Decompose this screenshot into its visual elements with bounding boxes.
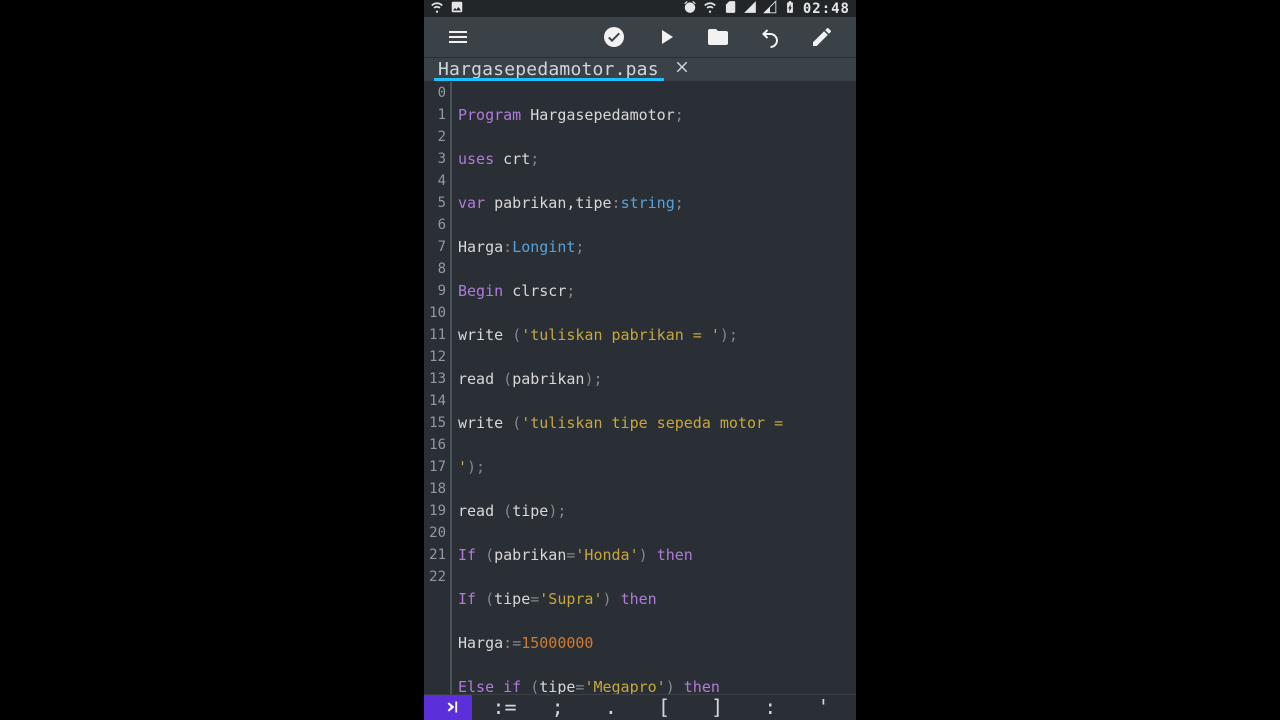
line-number: 22	[424, 566, 446, 588]
hamburger-icon	[446, 25, 470, 49]
undo-icon	[758, 25, 782, 49]
line-number: 1	[424, 104, 446, 126]
menu-button[interactable]	[438, 17, 478, 57]
line-number: 12	[424, 346, 446, 368]
symbol-key[interactable]: :	[756, 695, 784, 719]
tab-close-button[interactable]	[673, 58, 691, 81]
line-number: 11	[424, 324, 446, 346]
tab-key-button[interactable]	[424, 695, 472, 720]
wifi2-icon	[703, 0, 717, 17]
signal-icon	[743, 0, 757, 17]
line-number: 20	[424, 522, 446, 544]
tab-icon	[437, 696, 459, 718]
line-number: 16	[424, 434, 446, 456]
line-number: 2	[424, 126, 446, 148]
pencil-icon	[810, 25, 834, 49]
folder-button[interactable]	[698, 17, 738, 57]
tab-filename[interactable]: Hargasepedamotor.pas	[438, 59, 659, 80]
status-bar: 02:48	[424, 0, 856, 17]
tab-bar: Hargasepedamotor.pas	[424, 58, 856, 82]
line-number: 17	[424, 456, 446, 478]
line-number: 13	[424, 368, 446, 390]
line-number: 18	[424, 478, 446, 500]
line-number: 4	[424, 170, 446, 192]
sim-icon	[723, 0, 737, 17]
phone-frame: 02:48 Hargasepedamotor.pas	[424, 0, 856, 720]
status-clock: 02:48	[803, 1, 850, 17]
line-number: 9	[424, 280, 446, 302]
line-number: 3	[424, 148, 446, 170]
line-number: 5	[424, 192, 446, 214]
code-area[interactable]: Program Hargasepedamotor; uses crt; var …	[452, 82, 856, 694]
line-number: 21	[424, 544, 446, 566]
symbol-key[interactable]: ]	[703, 695, 731, 719]
symbol-key[interactable]: :=	[491, 695, 519, 719]
line-number: 7	[424, 236, 446, 258]
image-icon	[450, 0, 464, 17]
line-number: 0	[424, 82, 446, 104]
symbol-key[interactable]: '	[809, 695, 837, 719]
symbol-key[interactable]: ;	[544, 695, 572, 719]
line-number: 14	[424, 390, 446, 412]
symbol-key[interactable]: .	[597, 695, 625, 719]
compile-button[interactable]	[594, 17, 634, 57]
run-button[interactable]	[646, 17, 686, 57]
edit-button[interactable]	[802, 17, 842, 57]
signal2-icon	[763, 0, 777, 17]
symbol-key[interactable]: [	[650, 695, 678, 719]
line-number: 15	[424, 412, 446, 434]
wifi-icon	[430, 0, 444, 17]
line-number: 6	[424, 214, 446, 236]
alarm-icon	[683, 0, 697, 17]
close-icon	[673, 58, 691, 76]
folder-icon	[706, 25, 730, 49]
undo-button[interactable]	[750, 17, 790, 57]
symbol-bar: := ; . [ ] : '	[424, 694, 856, 720]
play-icon	[654, 25, 678, 49]
line-number-gutter: 0 1 2 3 4 5 6 7 8 9 10 11 12 13 14 15 16…	[424, 82, 452, 694]
line-number: 10	[424, 302, 446, 324]
line-number: 8	[424, 258, 446, 280]
battery-icon	[783, 0, 797, 17]
app-toolbar	[424, 17, 856, 58]
code-editor[interactable]: 0 1 2 3 4 5 6 7 8 9 10 11 12 13 14 15 16…	[424, 82, 856, 694]
check-circle-icon	[602, 25, 626, 49]
line-number: 19	[424, 500, 446, 522]
